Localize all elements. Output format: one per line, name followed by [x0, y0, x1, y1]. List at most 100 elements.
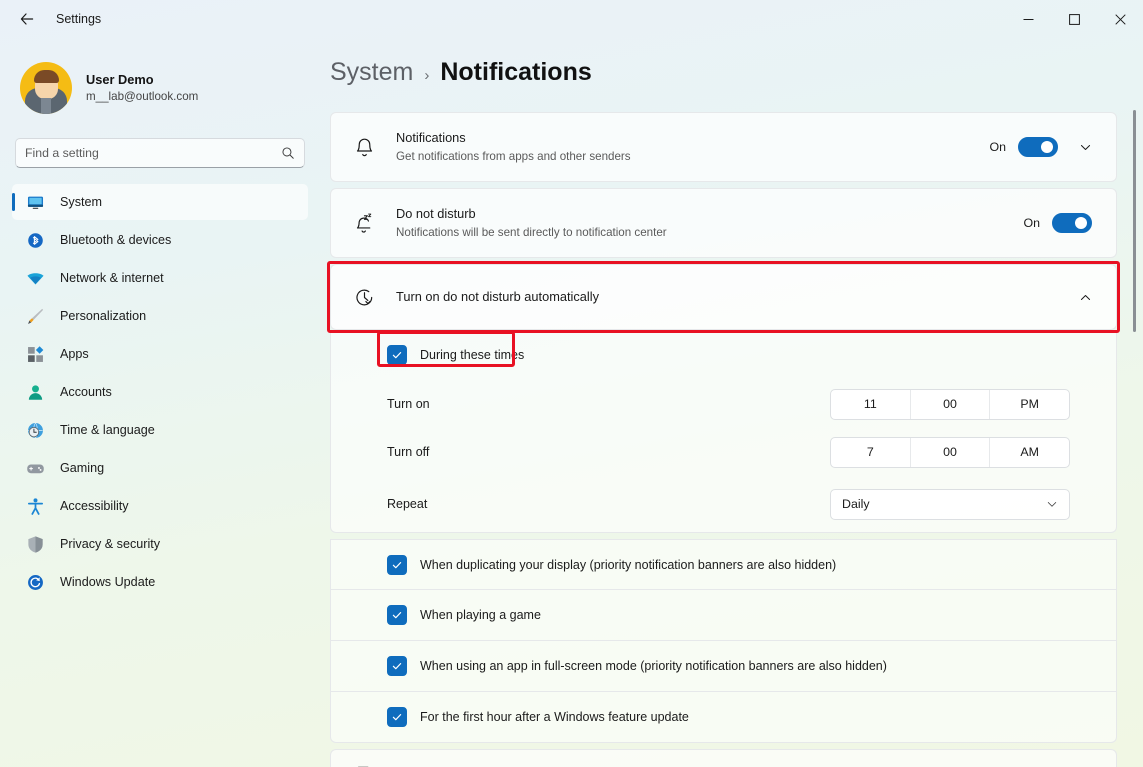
wifi-icon — [24, 267, 46, 289]
condition-checkbox[interactable] — [387, 554, 407, 575]
priority-icon — [349, 763, 379, 767]
turn-off-meridiem[interactable]: AM — [990, 438, 1069, 467]
notifications-card: Notifications Get notifications from app… — [330, 112, 1117, 182]
minimize-button[interactable] — [1005, 0, 1051, 38]
maximize-button[interactable] — [1051, 0, 1097, 38]
sidebar-item-personalization[interactable]: Personalization — [12, 298, 308, 334]
sidebar-item-label: Apps — [60, 347, 89, 361]
sidebar-nav: System Bluetooth & devices Network & inter… — [12, 184, 308, 600]
avatar — [20, 62, 72, 114]
notifications-expand-button[interactable] — [1070, 132, 1100, 162]
sidebar-item-privacy-security[interactable]: Privacy & security — [12, 526, 308, 562]
check-icon — [392, 352, 402, 359]
turn-off-time-picker[interactable]: 7 00 AM — [830, 436, 1070, 468]
dnd-title: Do not disturb — [396, 206, 476, 222]
sidebar-item-time-language[interactable]: Time & language — [12, 412, 308, 448]
close-icon — [1114, 13, 1126, 25]
repeat-label: Repeat — [387, 497, 428, 511]
maximize-icon — [1068, 13, 1080, 25]
auto-dnd-body: During these times Turn on 11 00 PM Turn… — [330, 330, 1117, 533]
page-title: Notifications — [440, 58, 592, 86]
check-icon — [392, 561, 402, 568]
title-bar: Settings — [0, 0, 1143, 38]
bell-icon — [349, 137, 379, 158]
sidebar-item-network-internet[interactable]: Network & internet — [12, 260, 308, 296]
close-button[interactable] — [1097, 0, 1143, 38]
apps-grid-icon — [24, 343, 46, 365]
chevron-up-icon — [1080, 294, 1090, 300]
condition-row[interactable]: For the first hour after a Windows featu… — [330, 692, 1117, 743]
chevron-down-icon — [1080, 144, 1090, 150]
condition-row[interactable]: When using an app in full-screen mode (p… — [330, 641, 1117, 692]
bluetooth-icon — [24, 229, 46, 251]
condition-checkbox[interactable] — [387, 656, 407, 676]
sidebar-item-windows-update[interactable]: Windows Update — [12, 564, 308, 600]
condition-row[interactable]: When duplicating your display (priority … — [330, 539, 1117, 590]
clock-globe-icon — [24, 419, 46, 441]
dnd-row[interactable]: Do not disturb Notifications will be sen… — [331, 189, 1116, 257]
sidebar-item-accounts[interactable]: Accounts — [12, 374, 308, 410]
condition-label: When using an app in full-screen mode (p… — [420, 659, 887, 673]
minimize-icon — [1023, 18, 1033, 20]
check-icon — [392, 612, 402, 619]
profile-email: m__lab@outlook.com — [86, 90, 199, 104]
do-not-disturb-card: Do not disturb Notifications will be sen… — [330, 188, 1117, 258]
turn-off-hour[interactable]: 7 — [831, 437, 911, 467]
turn-off-minute[interactable]: 00 — [911, 437, 991, 467]
sidebar-item-label: Bluetooth & devices — [60, 233, 172, 247]
check-icon — [392, 663, 402, 670]
sidebar-item-bluetooth-devices[interactable]: Bluetooth & devices — [12, 222, 308, 258]
breadcrumb-parent[interactable]: System — [330, 58, 413, 87]
set-priority-notifications-card[interactable]: Set priority notifications — [330, 749, 1117, 767]
auto-dnd-header[interactable]: Turn on do not disturb automatically — [331, 265, 1116, 329]
sidebar-item-apps[interactable]: Apps — [12, 336, 308, 372]
breadcrumb: System › Notifications — [330, 58, 1143, 87]
paintbrush-icon — [24, 305, 46, 327]
search-box[interactable] — [15, 138, 305, 168]
auto-dnd-conditions: When duplicating your display (priority … — [320, 539, 1143, 743]
search-icon — [282, 147, 294, 159]
person-icon — [24, 381, 46, 403]
turn-on-label: Turn on — [387, 397, 430, 411]
sidebar-item-label: Accessibility — [60, 499, 129, 513]
profile-card[interactable]: User Demo m__lab@outlook.com — [12, 52, 308, 124]
auto-dnd-collapse-button[interactable] — [1070, 282, 1100, 312]
search-input[interactable] — [25, 146, 281, 160]
notifications-toggle[interactable] — [1018, 137, 1058, 157]
turn-on-hour[interactable]: 11 — [831, 389, 911, 419]
turn-off-label: Turn off — [387, 445, 430, 459]
back-button[interactable] — [10, 4, 44, 34]
during-these-times-checkbox[interactable] — [387, 345, 407, 365]
content-scrollbar[interactable] — [1129, 100, 1140, 740]
sidebar-item-accessibility[interactable]: Accessibility — [12, 488, 308, 524]
breadcrumb-separator: › — [424, 67, 430, 84]
during-these-times-row[interactable]: During these times — [331, 330, 1116, 380]
notifications-row[interactable]: Notifications Get notifications from app… — [331, 113, 1116, 181]
turn-on-meridiem[interactable]: PM — [990, 390, 1069, 419]
sidebar-item-label: Accounts — [60, 385, 112, 399]
sidebar-item-label: Gaming — [60, 461, 105, 475]
sidebar-item-gaming[interactable]: Gaming — [12, 450, 308, 486]
condition-checkbox[interactable] — [387, 707, 407, 727]
bell-sleep-icon — [349, 213, 379, 234]
turn-on-time-picker[interactable]: 11 00 PM — [830, 388, 1070, 420]
chevron-down-icon — [1047, 502, 1057, 507]
repeat-row: Repeat Daily — [331, 476, 1116, 532]
turn-on-minute[interactable]: 00 — [911, 389, 991, 419]
shield-icon — [24, 533, 46, 555]
content-area: System › Notifications Notifications Get… — [320, 38, 1143, 767]
condition-label: When playing a game — [420, 608, 541, 622]
profile-name: User Demo — [86, 72, 154, 88]
condition-row[interactable]: When playing a game — [330, 590, 1117, 641]
repeat-dropdown[interactable]: Daily — [830, 488, 1070, 520]
dnd-toggle[interactable] — [1052, 213, 1092, 233]
accessibility-icon — [24, 495, 46, 517]
repeat-value: Daily — [842, 497, 870, 511]
dnd-state-label: On — [1023, 216, 1040, 230]
monitor-icon — [24, 191, 46, 213]
window-controls — [1005, 0, 1143, 38]
clock-history-icon — [349, 287, 379, 308]
condition-checkbox[interactable] — [387, 605, 407, 625]
sidebar-item-system[interactable]: System — [12, 184, 308, 220]
scrollbar-thumb[interactable] — [1133, 110, 1136, 332]
